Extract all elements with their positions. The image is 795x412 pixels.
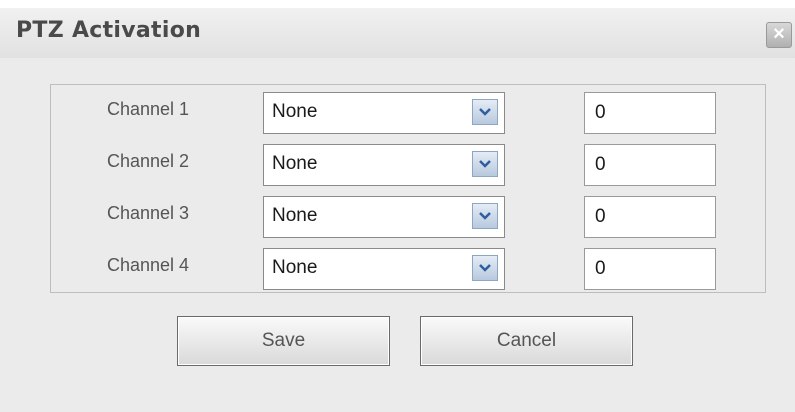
channel-label: Channel 4 <box>107 255 190 275</box>
close-button[interactable]: × <box>766 22 792 48</box>
chevron-down-icon[interactable] <box>472 99 498 125</box>
chevron-down-icon[interactable] <box>472 203 498 229</box>
channel-row: Channel 2 None 0 <box>51 144 767 188</box>
select-value: None <box>272 257 318 278</box>
dialog-title: PTZ Activation <box>16 18 202 43</box>
channel-row: Channel 1 None 0 <box>51 92 767 136</box>
channel-label: Channel 3 <box>107 203 190 223</box>
channel-4-number-input[interactable]: 0 <box>584 248 716 290</box>
channel-1-type-select[interactable]: None <box>263 92 505 134</box>
channel-1-number-input[interactable]: 0 <box>584 92 716 134</box>
cancel-button[interactable]: Cancel <box>420 316 633 366</box>
channel-3-number-input[interactable]: 0 <box>584 196 716 238</box>
channel-2-type-select[interactable]: None <box>263 144 505 186</box>
close-icon: × <box>773 23 785 45</box>
channel-row: Channel 4 None 0 <box>51 248 767 292</box>
channel-label: Channel 2 <box>107 151 190 171</box>
select-value: None <box>272 153 318 174</box>
channel-2-number-input[interactable]: 0 <box>584 144 716 186</box>
ptz-activation-dialog: PTZ Activation × Channel 1 None 0 Channe… <box>0 8 795 412</box>
dialog-titlebar: PTZ Activation × <box>0 8 795 58</box>
channel-3-type-select[interactable]: None <box>263 196 505 238</box>
select-value: None <box>272 101 318 122</box>
channel-settings-panel: Channel 1 None 0 Channel 2 None 0 Channe… <box>50 84 766 293</box>
chevron-down-icon[interactable] <box>472 255 498 281</box>
channel-row: Channel 3 None 0 <box>51 196 767 240</box>
save-button[interactable]: Save <box>177 316 390 366</box>
chevron-down-icon[interactable] <box>472 151 498 177</box>
select-value: None <box>272 205 318 226</box>
channel-4-type-select[interactable]: None <box>263 248 505 290</box>
channel-label: Channel 1 <box>107 99 190 119</box>
